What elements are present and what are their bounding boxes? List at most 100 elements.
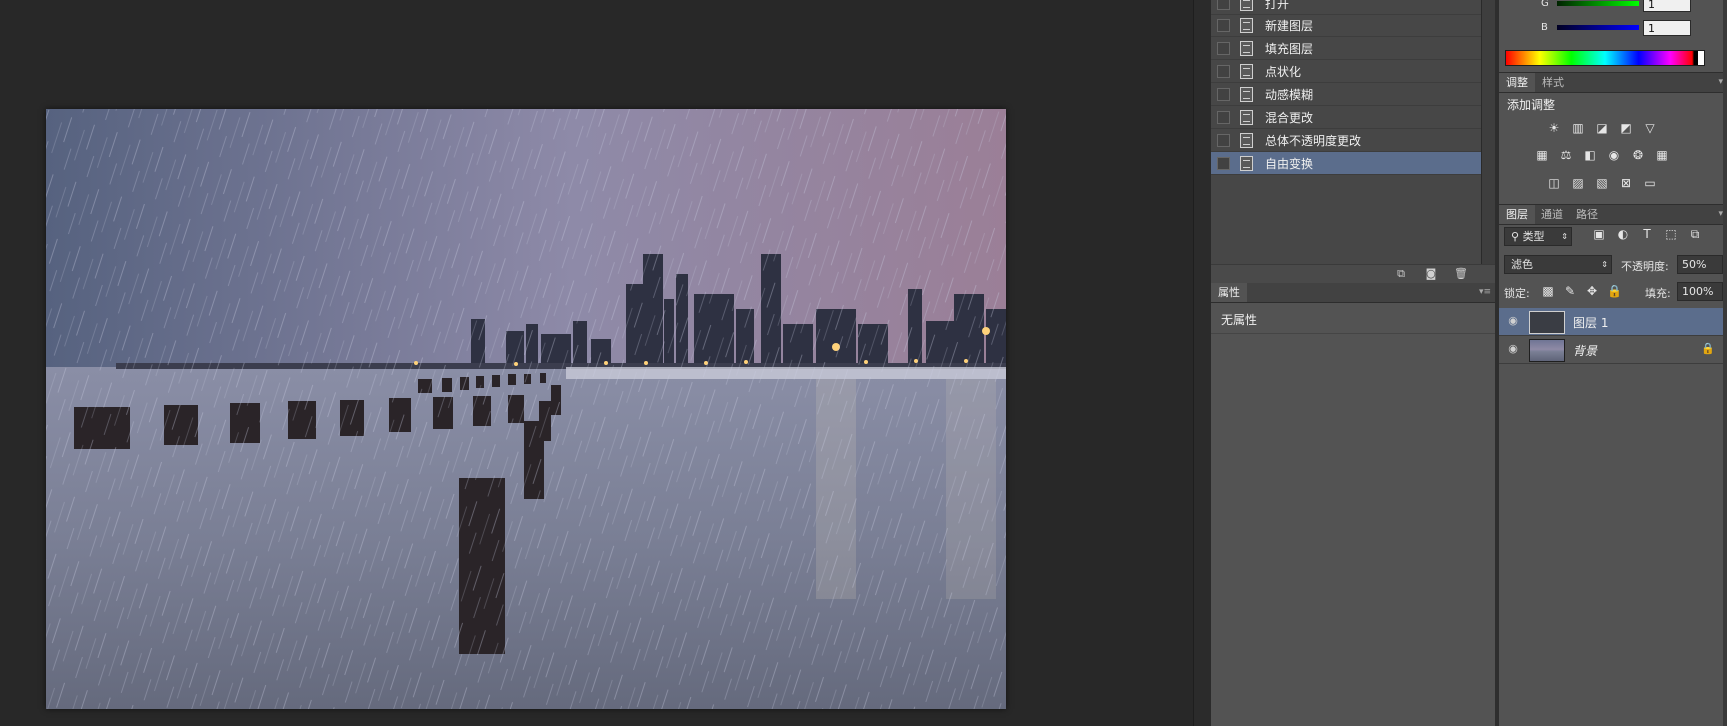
layer-thumbnail [1529, 311, 1565, 334]
history-snapshot-checkbox[interactable] [1217, 110, 1230, 124]
image-filter-icon[interactable]: ▣ [1592, 228, 1606, 241]
color-g-row: G 1 [1499, 0, 1727, 16]
lock-all-icon[interactable]: 🔒 [1607, 285, 1622, 298]
tab-channels[interactable]: 通道 [1534, 205, 1570, 224]
levels-icon[interactable]: ▥ [1571, 122, 1585, 135]
history-item-label: 打开 [1265, 0, 1290, 11]
history-state-icon [1240, 63, 1253, 79]
selective-color-icon[interactable]: ⊠ [1619, 177, 1633, 190]
exposure-icon[interactable]: ◩ [1619, 122, 1633, 135]
eye-icon[interactable]: ◉ [1507, 343, 1519, 355]
lock-icon[interactable]: 🔒 [1701, 342, 1715, 355]
history-snapshot-checkbox[interactable] [1217, 87, 1230, 101]
lock-position-move-icon[interactable]: ✥ [1585, 285, 1599, 298]
color-g-label: G [1541, 0, 1549, 9]
history-snapshot-checkbox[interactable] [1217, 41, 1230, 55]
history-snapshot-checkbox[interactable] [1217, 0, 1230, 10]
color-spectrum[interactable] [1505, 50, 1705, 66]
adjustments-title: 添加调整 [1507, 98, 1556, 112]
history-item-label: 自由变换 [1265, 156, 1314, 171]
history-item-label: 填充图层 [1265, 41, 1314, 56]
posterize-icon[interactable]: ▨ [1571, 177, 1585, 190]
color-balance-icon[interactable]: ⚖ [1559, 149, 1573, 162]
curves-icon[interactable]: ◪ [1595, 122, 1609, 135]
history-item[interactable]: 混合更改 [1211, 106, 1481, 129]
shape-filter-icon[interactable]: ⬚ [1664, 228, 1678, 241]
layer-row-layer-1[interactable]: ◉ 图层 1 [1499, 308, 1727, 336]
color-lookup-icon[interactable]: ▦ [1655, 149, 1669, 162]
type-filter-icon[interactable]: T [1640, 228, 1654, 241]
history-snapshot-checkbox[interactable] [1217, 133, 1230, 147]
smart-object-filter-icon[interactable]: ⧉ [1688, 228, 1702, 241]
history-item[interactable]: 总体不透明度更改 [1211, 129, 1481, 152]
channel-mixer-icon[interactable]: ❂ [1631, 149, 1645, 162]
history-item[interactable]: 填充图层 [1211, 37, 1481, 60]
history-scrollbar[interactable] [1481, 0, 1496, 264]
fill-input[interactable]: 100% [1677, 282, 1723, 301]
history-footer: ⧉ ◙ 🗑 [1211, 264, 1495, 283]
canvas-area[interactable] [0, 0, 1193, 726]
tab-adjustments[interactable]: 调整 [1499, 73, 1535, 92]
history-item-selected[interactable]: 自由变换 [1211, 152, 1481, 175]
layer-row-background[interactable]: ◉ 背景 🔒 [1499, 336, 1727, 364]
history-item-label: 新建图层 [1265, 18, 1314, 33]
adjustments-tabbar: 调整 样式 ▾ [1499, 72, 1727, 93]
history-state-icon [1240, 109, 1253, 125]
rainy-city-photo [46, 109, 1006, 709]
lock-transparent-icon[interactable]: ▩ [1541, 285, 1555, 298]
photo-filter-icon[interactable]: ◉ [1607, 149, 1621, 162]
tab-paths[interactable]: 路径 [1569, 205, 1605, 224]
opacity-value: 50% [1682, 258, 1707, 271]
layer-filter-label: 类型 [1522, 230, 1545, 243]
threshold-icon[interactable]: ▧ [1595, 177, 1609, 190]
history-state-icon [1240, 40, 1253, 56]
history-state-icon [1240, 155, 1253, 171]
gradient-map-icon[interactable]: ▭ [1643, 177, 1657, 190]
document-image[interactable] [46, 109, 1006, 709]
color-b-row: B 1 [1499, 18, 1727, 40]
history-state-icon [1240, 132, 1253, 148]
adjustment-filter-icon[interactable]: ◐ [1616, 228, 1630, 241]
color-g-input[interactable]: 1 [1643, 0, 1691, 12]
panel-divider[interactable] [1193, 0, 1212, 726]
history-snapshot-checkbox[interactable] [1217, 64, 1230, 78]
history-state-icon [1240, 0, 1253, 11]
gradient-triangle-icon[interactable]: ▽ [1643, 122, 1657, 135]
layer-name[interactable]: 图层 1 [1573, 314, 1608, 331]
fill-label: 填充: [1645, 287, 1671, 300]
properties-tabbar: 属性 ▾≡ [1211, 283, 1495, 303]
blend-mode-value: 滤色 [1511, 258, 1533, 271]
new-document-from-state-icon[interactable]: ⧉ [1395, 268, 1407, 279]
search-icon: ⚲ [1511, 230, 1520, 243]
color-b-slider[interactable] [1557, 25, 1639, 30]
history-item[interactable]: 动感模糊 [1211, 83, 1481, 106]
opacity-label: 不透明度: [1621, 260, 1669, 273]
brightness-contrast-icon[interactable]: ☀ [1547, 122, 1561, 135]
history-item[interactable]: 打开 [1211, 0, 1481, 15]
tab-properties[interactable]: 属性 [1211, 283, 1247, 302]
history-snapshot-checkbox[interactable] [1217, 18, 1230, 32]
eye-icon[interactable]: ◉ [1507, 315, 1519, 327]
opacity-input[interactable]: 50% [1677, 255, 1723, 274]
black-white-icon[interactable]: ◧ [1583, 149, 1597, 162]
tab-styles[interactable]: 样式 [1535, 73, 1571, 92]
camera-icon[interactable]: ◙ [1425, 268, 1437, 279]
hue-saturation-icon[interactable]: ▦ [1535, 149, 1549, 162]
invert-icon[interactable]: ◫ [1547, 177, 1561, 190]
layer-name[interactable]: 背景 [1573, 342, 1597, 359]
layer-filter-select[interactable]: ⚲ 类型 ⇕ [1504, 227, 1572, 246]
history-item-label: 点状化 [1265, 64, 1302, 79]
blend-mode-select[interactable]: 滤色 ⇕ [1504, 255, 1612, 274]
color-g-slider[interactable] [1557, 1, 1639, 6]
panel-menu-icon[interactable]: ▾≡ [1479, 287, 1491, 297]
tab-layers[interactable]: 图层 [1499, 205, 1535, 224]
lock-image-brush-icon[interactable]: ✎ [1563, 285, 1577, 298]
properties-panel: 无属性 [1211, 303, 1495, 726]
history-item[interactable]: 点状化 [1211, 60, 1481, 83]
history-panel: 打开 新建图层 填充图层 点状化 动感模糊 混合更改 总体不透明度更改 自由变换 [1211, 0, 1481, 264]
chevron-updown-icon: ⇕ [1601, 260, 1608, 269]
color-b-input[interactable]: 1 [1643, 20, 1691, 36]
history-item[interactable]: 新建图层 [1211, 14, 1481, 37]
trash-icon[interactable]: 🗑 [1454, 268, 1468, 279]
history-snapshot-checkbox[interactable] [1217, 156, 1230, 170]
